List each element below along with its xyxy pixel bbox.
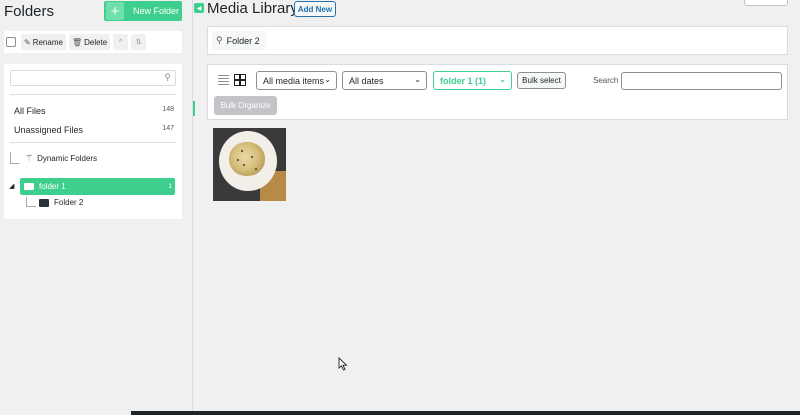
media-type-value: All media items [263, 75, 325, 86]
tree-connector [26, 197, 36, 207]
folder-sidebar: Folders + New Folder ✎ Rename 🗑 Delete ^… [0, 0, 193, 415]
mouse-cursor-icon [338, 357, 348, 371]
unassigned-files-label: Unassigned Files [14, 125, 84, 135]
rename-button[interactable]: ✎ Rename [21, 34, 66, 50]
chevron-down-icon: ⌄ [414, 75, 421, 84]
date-select[interactable]: All dates ⌄ [342, 71, 427, 90]
breadcrumb: ⚲ Folder 2 [207, 26, 788, 55]
folder-item-folder-1[interactable]: folder 1 1 [20, 178, 175, 195]
tree-connector [10, 152, 19, 164]
dynamic-folders-item[interactable]: ⚚ Dynamic Folders [10, 152, 97, 164]
divider [10, 94, 176, 95]
sort-button[interactable]: ⇅ [131, 34, 147, 50]
all-files-label: All Files [14, 106, 46, 116]
select-all-checkbox[interactable] [6, 37, 16, 47]
folder-icon [39, 199, 49, 207]
folder-label: Folder 2 [54, 198, 84, 207]
page-title: Media Library [207, 0, 298, 17]
trash-icon: 🗑 [71, 37, 83, 47]
bulk-select-button[interactable]: Bulk select [517, 72, 566, 89]
chevron-up-icon: ^ [119, 38, 123, 46]
add-new-button[interactable]: Add New [294, 1, 336, 17]
magic-wand-icon: ⚚ [25, 152, 34, 163]
screen-options-button[interactable] [744, 0, 788, 6]
chevron-down-icon: ⌄ [324, 75, 331, 84]
all-files-count: 148 [162, 106, 174, 113]
breadcrumb-item[interactable]: ⚲ Folder 2 [212, 31, 266, 50]
sidebar-resize-handle[interactable] [193, 101, 195, 116]
chevron-down-icon: ⌄ [499, 75, 506, 84]
sidebar-title: Folders [4, 3, 55, 20]
folder-label: folder 1 [39, 182, 66, 191]
rename-label: Rename [32, 37, 63, 47]
divider [10, 142, 176, 143]
folder-search-input[interactable]: ⚲ [10, 70, 176, 86]
search-icon: ⚲ [164, 72, 171, 82]
new-folder-label: New Folder [133, 6, 180, 16]
dynamic-folders-label: Dynamic Folders [37, 153, 98, 163]
new-folder-button[interactable]: + New Folder [104, 1, 182, 21]
list-view-icon[interactable] [218, 75, 229, 86]
bottom-edge-bar [131, 411, 800, 415]
media-item-thumbnail[interactable] [213, 128, 286, 201]
collapse-up-button[interactable]: ^ [113, 34, 129, 50]
media-search-input[interactable] [621, 72, 782, 90]
collapse-sidebar-button[interactable]: ◀ [194, 3, 204, 13]
bulk-organize-button[interactable]: Bulk Organize [214, 96, 277, 115]
folder-panel: ⚲ All Files 148 Unassigned Files 147 ⚚ D… [4, 64, 182, 219]
caret-down-icon[interactable]: ◢ [9, 182, 14, 190]
media-type-select[interactable]: All media items ⌄ [256, 71, 337, 90]
delete-button[interactable]: 🗑 Delete [68, 34, 111, 50]
folder-item-folder-2[interactable]: Folder 2 [26, 197, 83, 207]
pencil-icon: ✎ [24, 37, 31, 47]
folder-count: 1 [168, 183, 172, 190]
search-label: Search [593, 76, 619, 85]
sort-icon: ⇅ [135, 39, 142, 46]
media-filter-bar: All media items ⌄ All dates ⌄ folder 1 (… [207, 64, 788, 120]
plus-icon: + [106, 2, 124, 20]
grid-view-icon[interactable] [234, 74, 246, 86]
caret-left-icon: ◀ [196, 5, 202, 12]
folder-filter-select[interactable]: folder 1 (1) ⌄ [433, 71, 512, 90]
unassigned-files-count: 147 [162, 125, 174, 132]
date-value: All dates [349, 75, 384, 86]
delete-label: Delete [84, 37, 108, 47]
search-icon: ⚲ [216, 35, 223, 45]
unassigned-files-item[interactable]: Unassigned Files 147 [14, 125, 174, 135]
folder-filter-value: folder 1 (1) [440, 75, 487, 86]
folder-open-icon [24, 183, 34, 190]
breadcrumb-label: Folder 2 [226, 35, 260, 46]
folder-toolbar: ✎ Rename 🗑 Delete ^ ⇅ [4, 31, 182, 53]
all-files-item[interactable]: All Files 148 [14, 106, 174, 116]
